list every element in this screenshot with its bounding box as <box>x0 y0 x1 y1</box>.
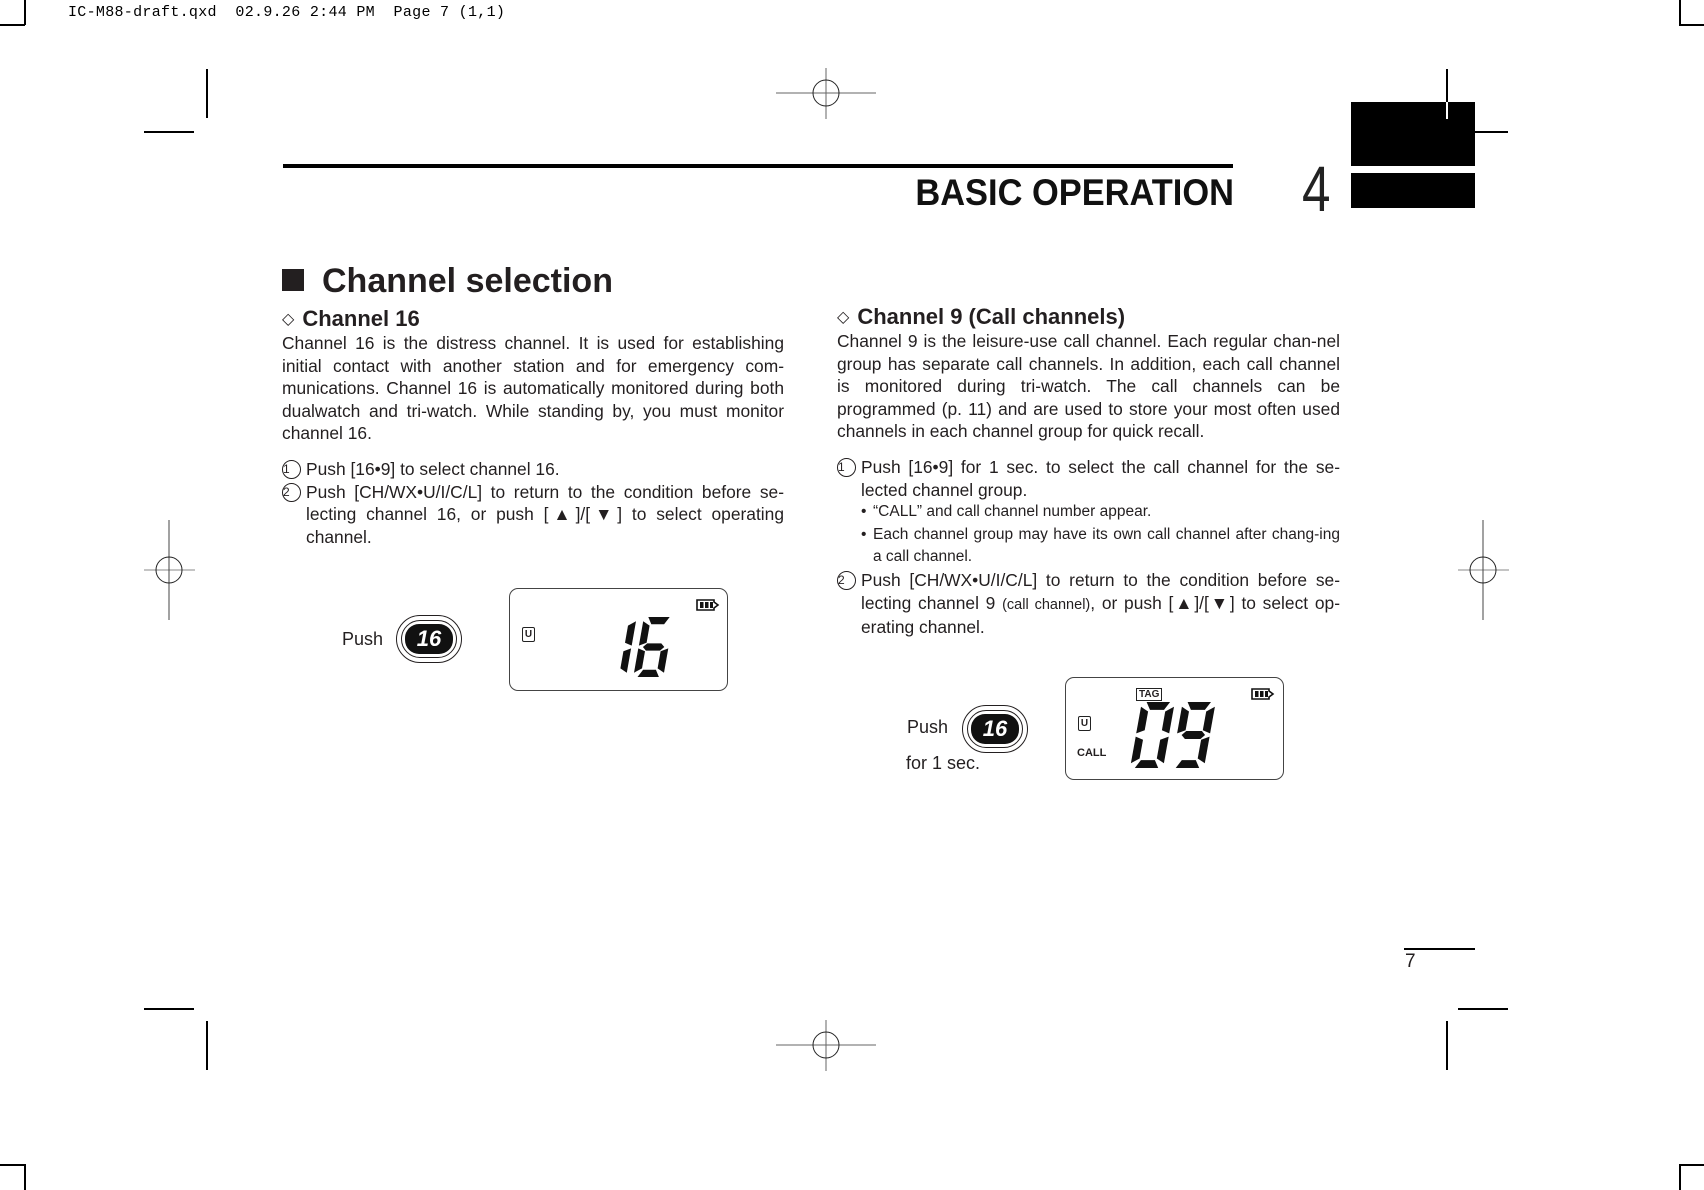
corner-mark <box>0 24 25 26</box>
crop-mark <box>1475 131 1508 133</box>
lcd-segment <box>648 617 670 625</box>
step-1: 1 Push [16•9] to select channel 16. <box>282 458 784 481</box>
battery-icon <box>696 599 720 611</box>
seven-segment-digits <box>620 617 670 677</box>
crop-mark <box>1446 69 1448 102</box>
header-rule <box>283 164 1233 168</box>
diamond-icon: ◇ <box>837 309 850 326</box>
page-number: 7 <box>1405 951 1416 972</box>
battery-icon <box>1251 688 1275 700</box>
chapter-tab <box>1351 102 1475 166</box>
step-text: Push [16•9] for 1 sec. to select the cal… <box>861 456 1340 500</box>
subhead-channel-16: ◇ Channel 16 <box>282 306 784 332</box>
corner-mark <box>1679 1164 1704 1166</box>
section-title: Channel selection <box>282 262 613 301</box>
key-label: 16 <box>405 624 453 654</box>
lcd-segment <box>1187 702 1211 710</box>
left-column: ◇ Channel 16 Channel 16 is the distress c… <box>282 306 784 548</box>
lcd-segment <box>620 648 632 673</box>
bullet-item: Each channel group may have its own call… <box>861 524 1340 569</box>
lcd-segment <box>657 648 669 673</box>
square-bullet-icon <box>282 269 304 291</box>
push-label: Push <box>342 629 384 649</box>
step-number: 2 <box>282 482 301 502</box>
corner-mark <box>1679 1164 1681 1190</box>
lcd-segment <box>1177 706 1189 734</box>
lcd-segment <box>642 643 665 651</box>
lcd-segment <box>1156 736 1169 764</box>
file-slug: IC-M88-draft.qxd 02.9.26 2:44 PM Page 7 … <box>68 4 506 21</box>
lcd-segment <box>625 621 636 646</box>
corner-mark <box>24 0 26 25</box>
bullet-item: “CALL” and call channel number appear. <box>861 501 1340 524</box>
page-number-rule <box>1404 948 1475 950</box>
chapter-tab <box>1351 173 1475 208</box>
lcd-display: U <box>509 588 728 691</box>
lcd-segment <box>1136 706 1149 734</box>
registration-mark-icon <box>144 520 195 620</box>
step-2: 2 Push [CH/WX•U/I/C/L] to return to the … <box>282 481 784 549</box>
seven-segment-digits <box>1130 702 1215 768</box>
step-number: 2 <box>837 570 856 590</box>
corner-mark <box>1679 24 1704 26</box>
lcd-digits <box>594 615 683 684</box>
diamond-icon: ◇ <box>282 311 295 328</box>
step-number: 1 <box>837 457 856 477</box>
section-title-text: Channel selection <box>322 262 613 300</box>
paragraph: Channel 9 is the leisure-use call channe… <box>837 331 1340 442</box>
lcd-display: TAG U CALL <box>1065 677 1284 780</box>
lcd-segment <box>1146 702 1171 710</box>
registration-mark-icon <box>1458 520 1509 620</box>
corner-mark <box>24 1164 26 1190</box>
crop-mark <box>1458 1008 1508 1010</box>
corner-mark <box>0 1164 25 1166</box>
chapter-number: 4 <box>1302 153 1331 225</box>
lcd-segment <box>638 621 650 646</box>
lcd-segment <box>1130 736 1143 764</box>
step-text: Push [CH/WX•U/I/C/L] to return to the co… <box>306 481 784 547</box>
crop-mark <box>1446 102 1448 119</box>
lcd-segment <box>1181 731 1206 739</box>
corner-mark <box>1679 0 1681 25</box>
lcd-segment <box>1197 736 1210 764</box>
subhead-channel-9: ◇ Channel 9 (Call channels) <box>837 304 1340 330</box>
chapter-title: BASIC OPERATION <box>915 172 1234 213</box>
step-text-small: (call channel) <box>1002 596 1091 613</box>
push-label: Push <box>907 717 949 737</box>
crop-mark <box>1446 1021 1448 1070</box>
step-text: Push [16•9] to select channel 16. <box>306 458 560 479</box>
paragraph: Channel 16 is the distress channel. It i… <box>282 333 784 444</box>
lcd-segment <box>634 648 645 673</box>
registration-mark-icon <box>776 68 876 119</box>
lcd-segment <box>1161 706 1174 734</box>
crop-mark <box>206 69 208 118</box>
crop-mark <box>206 1021 208 1070</box>
mode-indicator: U <box>1078 716 1091 731</box>
lcd-segment <box>1134 760 1159 768</box>
subhead-text: Channel 16 <box>302 306 420 331</box>
call-indicator: CALL <box>1077 747 1107 759</box>
key-label: 16 <box>971 714 1019 744</box>
step-2: 2 Push [CH/WX•U/I/C/L] to return to the … <box>837 569 1340 639</box>
key-16-9-button[interactable]: 16 <box>962 705 1028 753</box>
subhead-text: Channel 9 (Call channels) <box>857 304 1126 329</box>
step-1: 1 Push [16•9] for 1 sec. to select the c… <box>837 456 1340 569</box>
lcd-digits <box>1128 700 1226 775</box>
crop-mark <box>144 1008 194 1010</box>
push-sublabel: for 1 sec. <box>906 753 981 773</box>
step-number: 1 <box>282 459 301 479</box>
crop-mark <box>144 131 194 133</box>
lcd-segment <box>1175 760 1200 768</box>
right-column: ◇ Channel 9 (Call channels) Channel 9 is … <box>837 304 1340 639</box>
mode-indicator: U <box>522 627 535 642</box>
lcd-segment <box>1202 706 1215 734</box>
registration-mark-icon <box>776 1020 876 1071</box>
key-16-9-button[interactable]: 16 <box>396 615 462 663</box>
lcd-segment <box>637 669 659 677</box>
